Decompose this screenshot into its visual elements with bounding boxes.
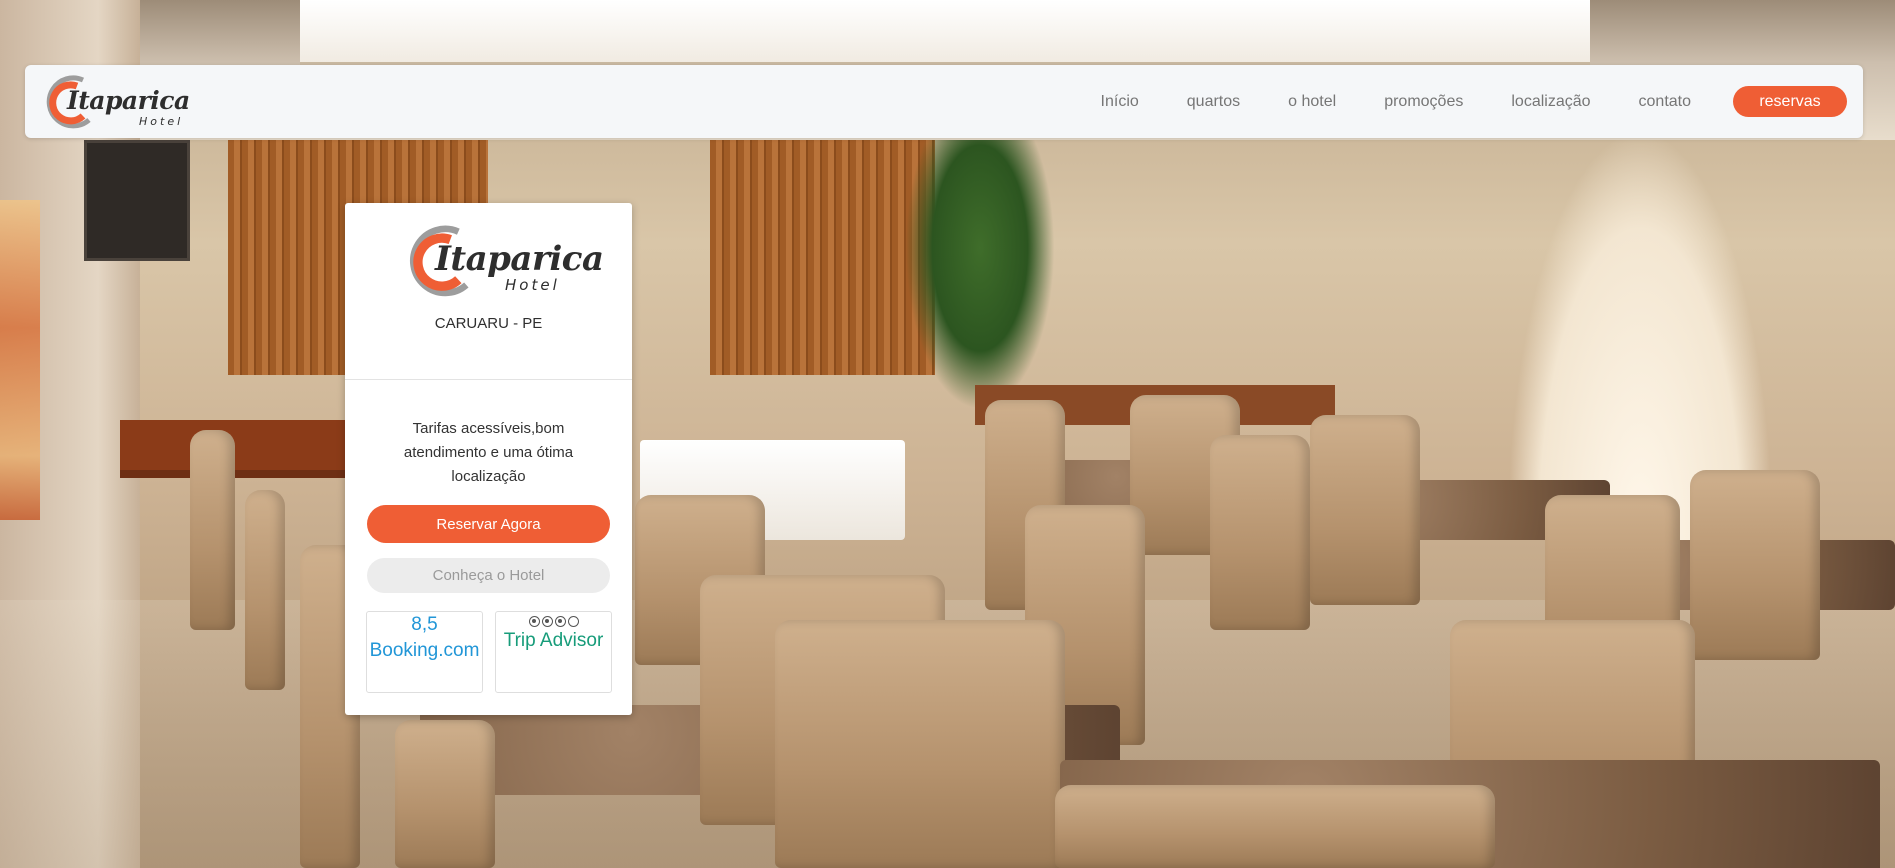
card-divider	[345, 379, 632, 380]
hotel-tagline: Tarifas acessíveis,bom atendimento e uma…	[403, 420, 574, 485]
card-logo: Itaparica Hotel	[405, 221, 604, 303]
nav-link-promocoes[interactable]: promoções	[1384, 93, 1463, 111]
booking-score: 8,5	[411, 614, 438, 635]
nav-link-quartos[interactable]: quartos	[1187, 93, 1240, 111]
reservar-agora-button[interactable]: Reservar Agora	[367, 505, 610, 543]
brand-logo[interactable]: Itaparica Hotel	[43, 72, 193, 132]
hotel-info-card: Itaparica Hotel CARUARU - PE Tarifas ace…	[345, 203, 632, 715]
rating-bubble-full	[528, 616, 540, 627]
nav-link-localizacao[interactable]: localização	[1511, 93, 1590, 111]
reservas-button[interactable]: reservas	[1733, 86, 1847, 117]
nav-link-inicio[interactable]: Início	[1101, 93, 1139, 111]
rating-bubble-full	[554, 616, 566, 627]
rating-bubble-full	[541, 616, 553, 627]
hotel-location: CARUARU - PE	[434, 315, 543, 332]
top-navbar: Itaparica Hotel Início quartos o hotel p…	[25, 65, 1863, 138]
booking-name: Booking.com	[369, 640, 480, 661]
logo-subtext: Hotel	[139, 115, 184, 128]
logo-wordmark: Itaparica	[435, 239, 604, 279]
logo-subtext: Hotel	[505, 276, 560, 294]
tripadvisor-rating-badge[interactable]: Trip Advisor	[495, 611, 612, 693]
main-nav: Início quartos o hotel promoções localiz…	[1053, 65, 1847, 138]
nav-link-o-hotel[interactable]: o hotel	[1288, 93, 1336, 111]
logo-wordmark: Itaparica	[67, 86, 190, 115]
rating-bubble-empty	[567, 616, 579, 627]
booking-rating-badge[interactable]: 8,5 Booking.com	[366, 611, 483, 693]
tripadvisor-bubbles-icon	[496, 616, 611, 627]
tripadvisor-name: Trip Advisor	[503, 630, 604, 651]
nav-link-contato[interactable]: contato	[1639, 93, 1691, 111]
conheca-o-hotel-button[interactable]: Conheça o Hotel	[367, 558, 610, 593]
